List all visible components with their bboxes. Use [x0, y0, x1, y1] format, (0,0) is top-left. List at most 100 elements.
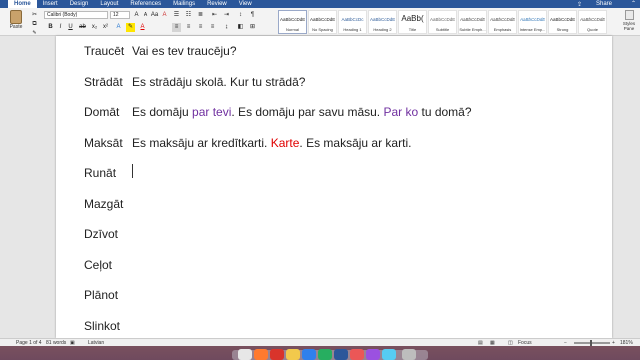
highlighted-phrase: Par ko: [383, 105, 419, 119]
style-subtle-emph[interactable]: AaBbCcDdEe Subtle Emph...: [458, 10, 487, 34]
verb-row[interactable]: Slinkot: [84, 319, 132, 333]
verb-row[interactable]: Domāt Es domāju par tevi. Es domāju par s…: [84, 105, 472, 119]
bullets-icon[interactable]: ☰: [172, 11, 181, 20]
styles-pane-icon: [624, 10, 634, 20]
style-sample: AaBbCcDdEe: [280, 17, 305, 22]
launchpad-icon[interactable]: [254, 349, 268, 360]
verb-row[interactable]: Strādāt Es strādāju skolā. Kur tu strādā?: [84, 75, 305, 89]
justify-icon[interactable]: ≡: [208, 23, 217, 32]
font-color-icon[interactable]: A: [138, 23, 147, 32]
subscript-button[interactable]: x₂: [90, 23, 99, 32]
align-center-icon[interactable]: ≡: [184, 23, 193, 32]
example-sentence: Es domāju par tevi. Es domāju par savu m…: [132, 105, 472, 119]
clear-formatting-icon[interactable]: A: [160, 11, 169, 20]
font-size-select[interactable]: 12: [110, 11, 130, 19]
style-sample: AaBbCcDdEe: [370, 17, 395, 22]
shrink-font-icon[interactable]: A: [141, 11, 150, 20]
align-right-icon[interactable]: ≡: [196, 23, 205, 32]
sentence-text: Es domāju: [132, 105, 193, 119]
app-icon-pink[interactable]: [350, 349, 364, 360]
verb-row[interactable]: Traucēt Vai es tev traucēju?: [84, 44, 237, 58]
verb-word: Maksāt: [84, 135, 123, 150]
verb-row[interactable]: Dzīvot: [84, 227, 132, 241]
highlighted-phrase: par tevi: [192, 105, 232, 119]
style-intense-emp[interactable]: AaBbCcDdEe Intense Emp...: [518, 10, 547, 34]
app-icon-cyan[interactable]: [382, 349, 396, 360]
trash-icon[interactable]: [402, 349, 416, 360]
tab-design[interactable]: Design: [64, 0, 95, 8]
share-button[interactable]: Share: [596, 0, 612, 8]
style-sample: AaBbCcDdEe: [430, 17, 455, 22]
shading-icon[interactable]: ◧: [236, 23, 245, 32]
style-name: Strong: [556, 27, 569, 32]
paste-button[interactable]: Paste: [4, 10, 28, 34]
app-icon-yellow[interactable]: [286, 349, 300, 360]
style-strong[interactable]: AaBbCcDdEe Strong: [548, 10, 577, 34]
style-quote[interactable]: AaBbCcDdEe Quote: [578, 10, 607, 34]
italic-button[interactable]: I: [56, 23, 65, 32]
app-icon-purple[interactable]: [366, 349, 380, 360]
share-icon[interactable]: ⇪: [577, 1, 582, 8]
verb-row[interactable]: Mazgāt: [84, 197, 132, 211]
underline-button[interactable]: U: [66, 23, 75, 32]
show-formatting-icon[interactable]: ¶: [248, 11, 257, 20]
numbering-icon[interactable]: ☷: [184, 11, 193, 20]
style-emphasis[interactable]: AaBbCcDdEe Emphasis: [488, 10, 517, 34]
superscript-button[interactable]: x²: [101, 23, 110, 32]
font-name-select[interactable]: Calibri (Body): [44, 11, 108, 19]
style-subtitle[interactable]: AaBbCcDdEe Subtitle: [428, 10, 457, 34]
tab-home[interactable]: Home: [8, 0, 37, 8]
ribbon: Paste ✂ ⧉ ✎ Calibri (Body) 12 A A Aa A B…: [0, 8, 640, 36]
tab-review[interactable]: Review: [201, 0, 233, 8]
app-icon-red[interactable]: [270, 349, 284, 360]
tab-mailings[interactable]: Mailings: [167, 0, 201, 8]
style-sample: AaBbCcDdEe: [490, 17, 515, 22]
change-case-icon[interactable]: Aa: [150, 11, 159, 20]
style-heading-1[interactable]: AaBbCcDc Heading 1: [338, 10, 367, 34]
style-no-spacing[interactable]: AaBbCcDdEe No Spacing: [308, 10, 337, 34]
word-app-icon[interactable]: [334, 349, 348, 360]
verb-row[interactable]: Plānot: [84, 288, 132, 302]
style-sample: AaBbCcDc: [341, 17, 364, 22]
borders-icon[interactable]: ⊞: [248, 23, 257, 32]
sentence-text: . Es maksāju ar karti.: [299, 135, 412, 150]
style-name: No Spacing: [312, 27, 333, 32]
example-sentence: Vai es tev traucēju?: [132, 44, 237, 58]
paste-label: Paste: [9, 24, 23, 30]
collapse-ribbon-icon[interactable]: ⌃: [631, 0, 636, 8]
tab-insert[interactable]: Insert: [37, 0, 64, 8]
tab-references[interactable]: References: [124, 0, 167, 8]
styles-pane-button[interactable]: Styles Pane: [620, 10, 638, 34]
grow-font-icon[interactable]: A: [132, 11, 141, 20]
style-heading-2[interactable]: AaBbCcDdEe Heading 2: [368, 10, 397, 34]
cut-icon[interactable]: ✂: [30, 11, 39, 20]
text-effects-icon[interactable]: A: [114, 23, 123, 32]
verb-row[interactable]: Maksāt Es maksāju ar kredītkarti. Karte. …: [84, 136, 411, 150]
finder-icon[interactable]: [238, 349, 252, 360]
app-icon-green[interactable]: [318, 349, 332, 360]
verb-row[interactable]: Runāt: [84, 166, 132, 180]
decrease-indent-icon[interactable]: ⇤: [210, 11, 219, 20]
sentence-text: Es strādāju skolā. Kur tu strādā?: [132, 74, 306, 89]
tab-view[interactable]: View: [233, 0, 258, 8]
style-sample: AaBbCcDdEe: [460, 17, 485, 22]
style-sample: AaBb(: [401, 14, 424, 23]
verb-word: Plānot: [84, 288, 119, 302]
style-name: Title: [408, 27, 417, 32]
style-sample: AaBbCcDdEe: [550, 17, 575, 22]
sort-icon[interactable]: ↕: [236, 11, 245, 20]
style-normal[interactable]: AaBbCcDdEe Normal: [278, 10, 307, 34]
multilevel-list-icon[interactable]: ≣: [196, 11, 205, 20]
app-icon-blue[interactable]: [302, 349, 316, 360]
style-title[interactable]: AaBb( Title: [398, 10, 427, 34]
highlight-color-icon[interactable]: ✎: [126, 23, 135, 32]
line-spacing-icon[interactable]: ↨: [222, 23, 231, 32]
example-sentence: Es maksāju ar kredītkarti. Karte. Es mak…: [132, 136, 411, 150]
strikethrough-button[interactable]: ab: [78, 23, 87, 32]
increase-indent-icon[interactable]: ⇥: [222, 11, 231, 20]
align-left-icon[interactable]: ≡: [172, 23, 181, 32]
verb-row[interactable]: Ceļot: [84, 258, 132, 272]
copy-icon[interactable]: ⧉: [30, 20, 39, 29]
bold-button[interactable]: B: [46, 23, 55, 32]
tab-layout[interactable]: Layout: [94, 0, 124, 8]
